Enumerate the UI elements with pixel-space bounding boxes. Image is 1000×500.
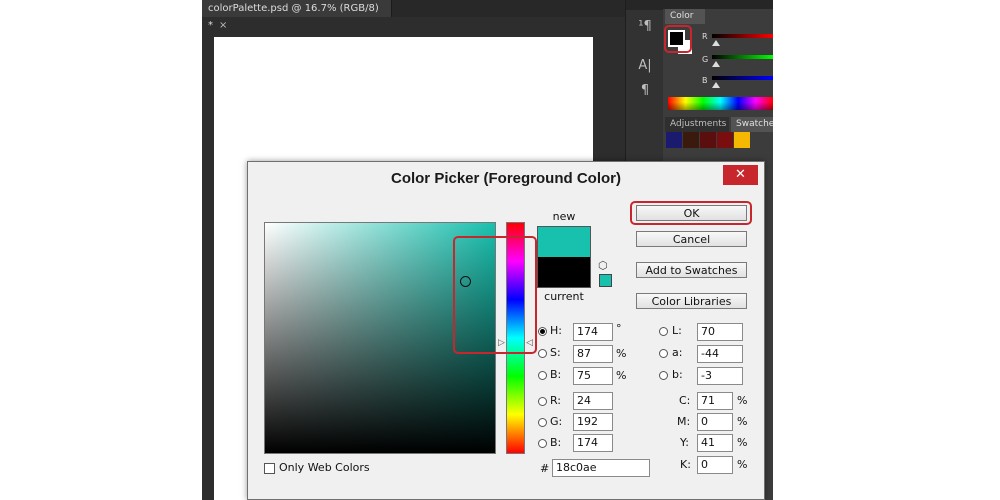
- green-input[interactable]: 192: [573, 413, 613, 431]
- tab-color[interactable]: Color: [665, 9, 705, 24]
- tab-adjustments[interactable]: Adjustments: [665, 117, 729, 132]
- saturation-label: S:: [550, 346, 561, 359]
- green-label: G:: [550, 415, 563, 428]
- radio-red[interactable]: [538, 397, 547, 406]
- black-unit: %: [737, 458, 748, 471]
- panel-topbar: [663, 0, 773, 9]
- new-color-label: new: [552, 210, 576, 223]
- slider-label-b: B: [702, 76, 708, 85]
- color-spectrum-bar[interactable]: [668, 97, 773, 110]
- hue-unit: °: [616, 322, 622, 335]
- lightness-label: L:: [672, 324, 682, 337]
- hex-input[interactable]: 18c0ae: [552, 459, 650, 477]
- slider-label-g: G: [702, 55, 709, 64]
- new-color-swatch: [537, 226, 591, 257]
- slider-label-r: R: [702, 32, 708, 41]
- lightness-input[interactable]: 70: [697, 323, 743, 341]
- a-channel-label: a:: [672, 346, 683, 359]
- hex-label: #: [540, 462, 550, 475]
- add-to-swatches-button[interactable]: Add to Swatches: [636, 262, 747, 278]
- current-color-label: current: [544, 290, 584, 303]
- swatch-chip[interactable]: [683, 132, 699, 148]
- a-channel-input[interactable]: -44: [697, 345, 743, 363]
- yellow-input[interactable]: 41: [697, 434, 733, 452]
- strip-topbar: [626, 0, 664, 10]
- b-channel-label: b:: [672, 368, 683, 381]
- yellow-unit: %: [737, 436, 748, 449]
- slider-thumb-g[interactable]: [712, 61, 720, 67]
- radio-b-channel[interactable]: [659, 371, 668, 380]
- radio-hue[interactable]: [538, 327, 547, 336]
- color-libraries-button[interactable]: Color Libraries: [636, 293, 747, 309]
- slider-track-b[interactable]: [712, 76, 773, 80]
- foreground-swatch-highlight: [664, 25, 692, 53]
- web-safe-cube-icon[interactable]: ⬡: [598, 259, 608, 272]
- hue-label: H:: [550, 324, 562, 337]
- close-icon: ✕: [735, 167, 746, 182]
- radio-saturation[interactable]: [538, 349, 547, 358]
- radio-a-channel[interactable]: [659, 349, 668, 358]
- swatch-chip[interactable]: [666, 132, 682, 148]
- slider-thumb-r[interactable]: [712, 40, 720, 46]
- web-safe-color-swatch[interactable]: [599, 274, 612, 287]
- swatch-chip[interactable]: [734, 132, 750, 148]
- saturation-input[interactable]: 87: [573, 345, 613, 363]
- radio-brightness[interactable]: [538, 371, 547, 380]
- cyan-input[interactable]: 71: [697, 392, 733, 410]
- yellow-label: Y:: [680, 436, 689, 449]
- brightness-label: B:: [550, 368, 562, 381]
- black-label: K:: [680, 458, 691, 471]
- only-web-colors-label: Only Web Colors: [279, 461, 370, 474]
- character-icon[interactable]: A|: [634, 57, 656, 75]
- current-color-swatch[interactable]: [537, 257, 591, 288]
- paragraph-icon[interactable]: ¶: [634, 82, 656, 100]
- cyan-unit: %: [737, 394, 748, 407]
- document-tab[interactable]: colorPalette.psd @ 16.7% (RGB/8) * ×: [202, 0, 392, 31]
- blue-input[interactable]: 174: [573, 434, 613, 452]
- cyan-label: C:: [679, 394, 691, 407]
- magenta-unit: %: [737, 415, 748, 428]
- slider-track-r[interactable]: [712, 34, 773, 38]
- only-web-colors-checkbox[interactable]: [264, 463, 275, 474]
- tab-swatches[interactable]: Swatches: [731, 117, 773, 132]
- b-channel-input[interactable]: -3: [697, 367, 743, 385]
- slider-thumb-b[interactable]: [712, 82, 720, 88]
- brightness-input[interactable]: 75: [573, 367, 613, 385]
- radio-lightness[interactable]: [659, 327, 668, 336]
- red-label: R:: [550, 394, 562, 407]
- magenta-input[interactable]: 0: [697, 413, 733, 431]
- cancel-button[interactable]: Cancel: [636, 231, 747, 247]
- radio-blue[interactable]: [538, 439, 547, 448]
- saturation-unit: %: [616, 347, 627, 360]
- hue-region-highlight: [453, 236, 537, 354]
- hue-input[interactable]: 174: [573, 323, 613, 341]
- dialog-title: Color Picker (Foreground Color): [390, 170, 621, 187]
- brightness-unit: %: [616, 369, 627, 382]
- swatch-chip[interactable]: [700, 132, 716, 148]
- red-input[interactable]: 24: [573, 392, 613, 410]
- blue-label: B:: [550, 436, 562, 449]
- close-icon[interactable]: ×: [219, 20, 227, 31]
- close-button[interactable]: ✕: [723, 165, 758, 185]
- ok-button[interactable]: OK: [636, 205, 747, 221]
- slider-track-g[interactable]: [712, 55, 773, 59]
- black-input[interactable]: 0: [697, 456, 733, 474]
- swatch-chip[interactable]: [717, 132, 733, 148]
- radio-green[interactable]: [538, 418, 547, 427]
- magenta-label: M:: [677, 415, 691, 428]
- paragraph-styles-icon[interactable]: ¹¶: [634, 18, 656, 36]
